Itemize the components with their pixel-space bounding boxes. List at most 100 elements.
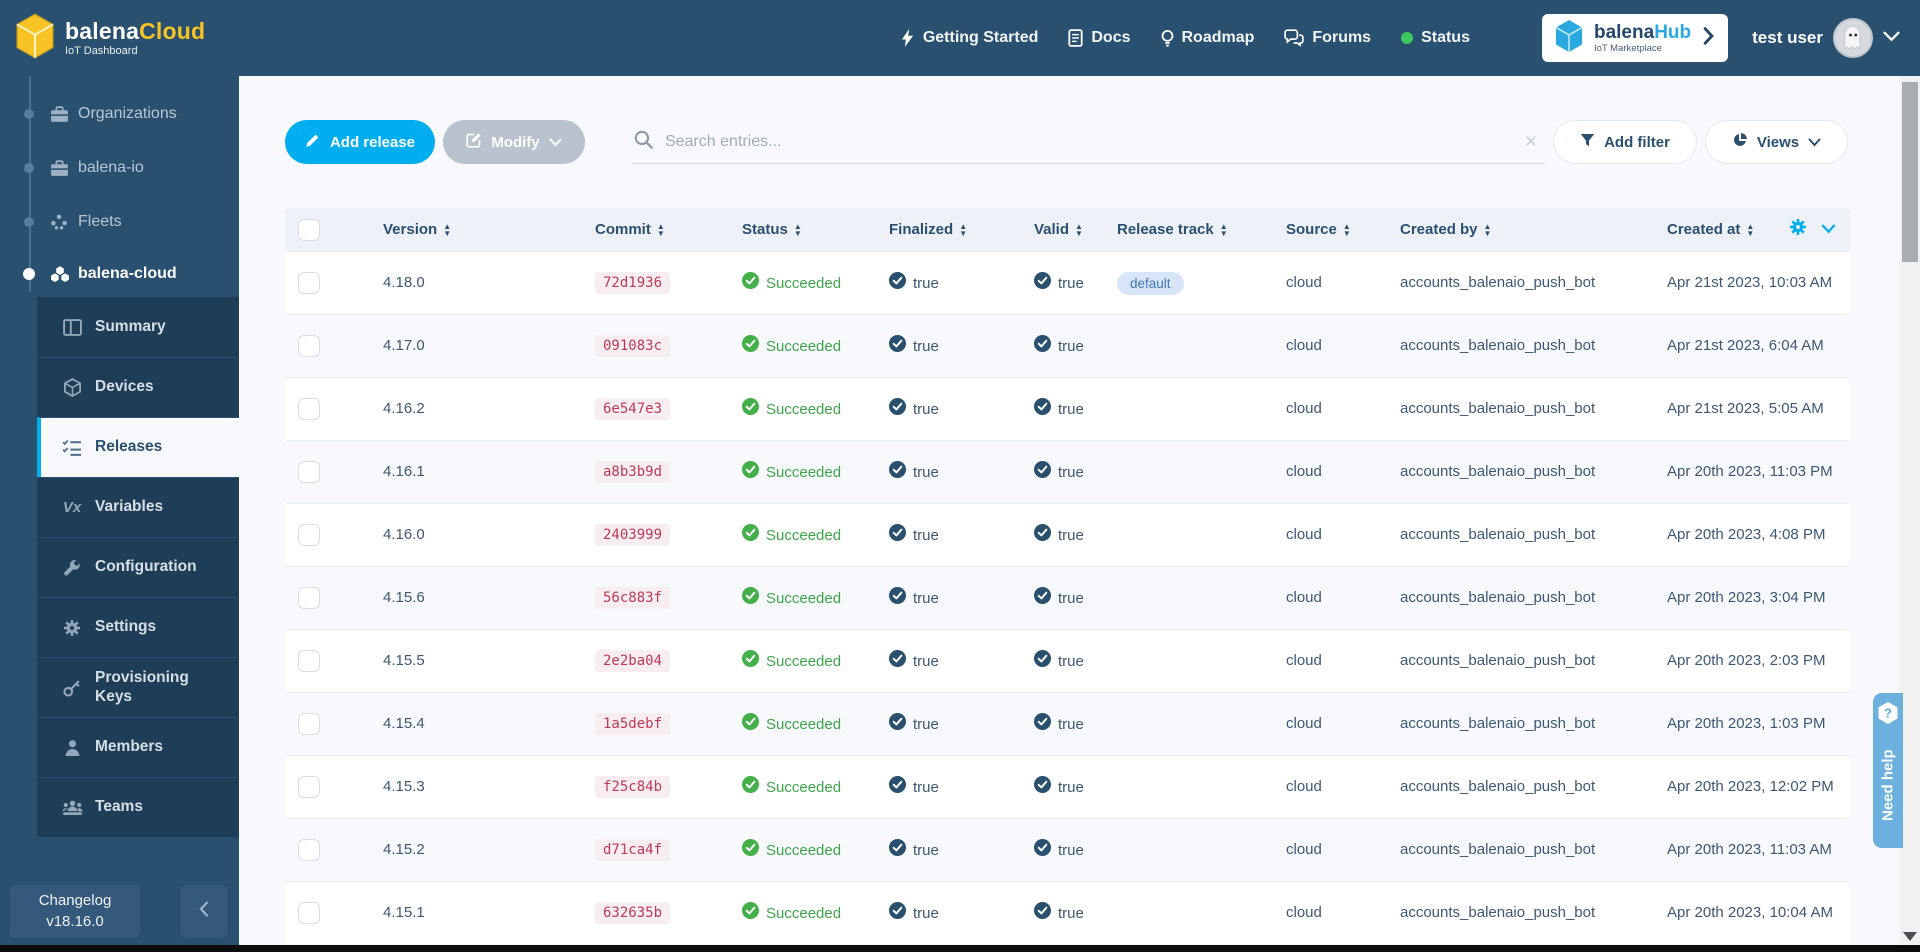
created-at-cell: Apr 20th 2023, 4:08 PM: [1667, 526, 1825, 543]
menu-item-teams[interactable]: Teams: [37, 777, 239, 837]
nav-status[interactable]: Status: [1401, 29, 1470, 47]
valid-cell: true: [1034, 398, 1117, 420]
commit-hash: 2e2ba04: [595, 650, 670, 672]
balena-cloud-logo[interactable]: balenaCloud IoT Dashboard: [14, 13, 205, 64]
app-blocks-icon: [50, 265, 70, 283]
tree-dot-icon: [23, 268, 35, 280]
created-at-cell: Apr 20th 2023, 11:03 PM: [1667, 463, 1833, 480]
row-checkbox[interactable]: [298, 587, 320, 609]
column-header-source[interactable]: Source▲▼: [1286, 221, 1400, 238]
commit-hash: d71ca4f: [595, 839, 670, 861]
valid-cell: true: [1034, 524, 1117, 546]
table-row[interactable]: 4.16.1 a8b3b9d Succeeded true true: [285, 440, 1850, 503]
logo-title: balenaCloud: [65, 20, 205, 43]
sidebar-collapse-button[interactable]: [181, 885, 227, 938]
changelog-button[interactable]: Changelog v18.16.0: [10, 885, 140, 938]
table-row[interactable]: 4.15.3 f25c84b Succeeded true true: [285, 755, 1850, 818]
modify-button[interactable]: Modify: [443, 120, 585, 164]
commit-hash: 091083c: [595, 335, 670, 357]
balena-cloud-dashboard: balenaCloud IoT Dashboard Getting Starte…: [0, 0, 1920, 952]
balena-cube-logo-icon: [14, 13, 56, 64]
version-cell: 4.16.2: [383, 400, 425, 417]
user-menu[interactable]: test user: [1752, 18, 1900, 58]
gear-icon: [61, 619, 83, 637]
row-checkbox[interactable]: [298, 776, 320, 798]
search-input[interactable]: [665, 133, 1525, 151]
column-header-release-track[interactable]: Release track▲▼: [1117, 221, 1286, 238]
version-cell: 4.15.4: [383, 715, 425, 732]
menu-item-devices[interactable]: Devices: [37, 357, 239, 417]
scrollbar-thumb[interactable]: [1902, 82, 1918, 262]
select-all-checkbox[interactable]: [298, 219, 320, 241]
menu-item-variables[interactable]: Vx Variables: [37, 477, 239, 537]
row-checkbox[interactable]: [298, 524, 320, 546]
nav-forums[interactable]: Forums: [1284, 29, 1371, 47]
add-release-button[interactable]: Add release: [285, 120, 435, 164]
finalized-cell: true: [889, 839, 1034, 861]
table-settings-gear-icon[interactable]: [1789, 218, 1807, 241]
table-row[interactable]: 4.16.2 6e547e3 Succeeded true true: [285, 377, 1850, 440]
menu-item-releases[interactable]: Releases: [37, 417, 239, 477]
valid-cell: true: [1034, 650, 1117, 672]
menu-item-members[interactable]: Members: [37, 717, 239, 777]
views-button[interactable]: Views: [1705, 120, 1848, 164]
need-help-tab[interactable]: ? Need help: [1873, 693, 1903, 848]
menu-item-provisioning-keys[interactable]: Provisioning Keys: [37, 657, 239, 717]
source-cell: cloud: [1286, 904, 1322, 921]
need-help-label: Need help: [1873, 729, 1903, 841]
check-circle-icon: [889, 335, 906, 357]
commit-hash: 632635b: [595, 902, 670, 924]
row-checkbox[interactable]: [298, 902, 320, 924]
row-checkbox[interactable]: [298, 272, 320, 294]
column-header-finalized[interactable]: Finalized▲▼: [889, 221, 1034, 238]
row-checkbox[interactable]: [298, 839, 320, 861]
balena-hub-button[interactable]: balenaHub IoT Marketplace: [1542, 14, 1728, 62]
row-checkbox[interactable]: [298, 398, 320, 420]
table-row[interactable]: 4.17.0 091083c Succeeded true true: [285, 314, 1850, 377]
success-check-icon: [742, 650, 759, 672]
nav-docs[interactable]: Docs: [1068, 29, 1130, 47]
column-header-version[interactable]: Version▲▼: [383, 221, 595, 238]
success-check-icon: [742, 272, 759, 294]
menu-item-configuration[interactable]: Configuration: [37, 537, 239, 597]
source-cell: cloud: [1286, 841, 1322, 858]
version-cell: 4.16.0: [383, 526, 425, 543]
row-checkbox[interactable]: [298, 713, 320, 735]
summary-panes-icon: [61, 319, 83, 336]
clear-search-icon[interactable]: ×: [1525, 131, 1537, 152]
row-checkbox[interactable]: [298, 335, 320, 357]
table-row[interactable]: 4.15.2 d71ca4f Succeeded true true: [285, 818, 1850, 881]
nav-roadmap[interactable]: Roadmap: [1161, 29, 1255, 47]
table-row[interactable]: 4.15.6 56c883f Succeeded true true: [285, 566, 1850, 629]
table-row[interactable]: 4.16.0 2403999 Succeeded true true: [285, 503, 1850, 566]
column-header-status[interactable]: Status▲▼: [742, 221, 889, 238]
table-collapse-chevron-icon[interactable]: [1821, 221, 1836, 239]
table-row[interactable]: 4.15.5 2e2ba04 Succeeded true true: [285, 629, 1850, 692]
table-row[interactable]: 4.15.4 1a5debf Succeeded true true: [285, 692, 1850, 755]
column-header-created-by[interactable]: Created by▲▼: [1400, 221, 1667, 238]
source-cell: cloud: [1286, 337, 1322, 354]
row-checkbox[interactable]: [298, 650, 320, 672]
people-group-icon: [61, 799, 83, 816]
commit-hash: 56c883f: [595, 587, 670, 609]
table-row[interactable]: 4.18.0 72d1936 Succeeded true true: [285, 251, 1850, 314]
version-cell: 4.15.5: [383, 652, 425, 669]
column-header-valid[interactable]: Valid▲▼: [1034, 221, 1117, 238]
chevron-down-icon: [549, 134, 562, 151]
scrollbar-down-arrow[interactable]: [1903, 932, 1917, 941]
check-circle-icon: [1034, 713, 1051, 735]
document-icon: [1068, 29, 1083, 47]
check-circle-icon: [1034, 902, 1051, 924]
column-header-commit[interactable]: Commit▲▼: [595, 221, 742, 238]
table-row[interactable]: 4.15.1 632635b Succeeded true true: [285, 881, 1850, 944]
menu-item-summary[interactable]: Summary: [37, 297, 239, 357]
person-icon: [61, 739, 83, 757]
vertical-scrollbar[interactable]: [1900, 76, 1920, 945]
check-circle-icon: [1034, 335, 1051, 357]
menu-item-settings[interactable]: Settings: [37, 597, 239, 657]
row-checkbox[interactable]: [298, 461, 320, 483]
finalized-cell: true: [889, 713, 1034, 735]
nav-getting-started[interactable]: Getting Started: [900, 29, 1039, 47]
check-circle-icon: [889, 587, 906, 609]
add-filter-button[interactable]: Add filter: [1553, 120, 1697, 164]
